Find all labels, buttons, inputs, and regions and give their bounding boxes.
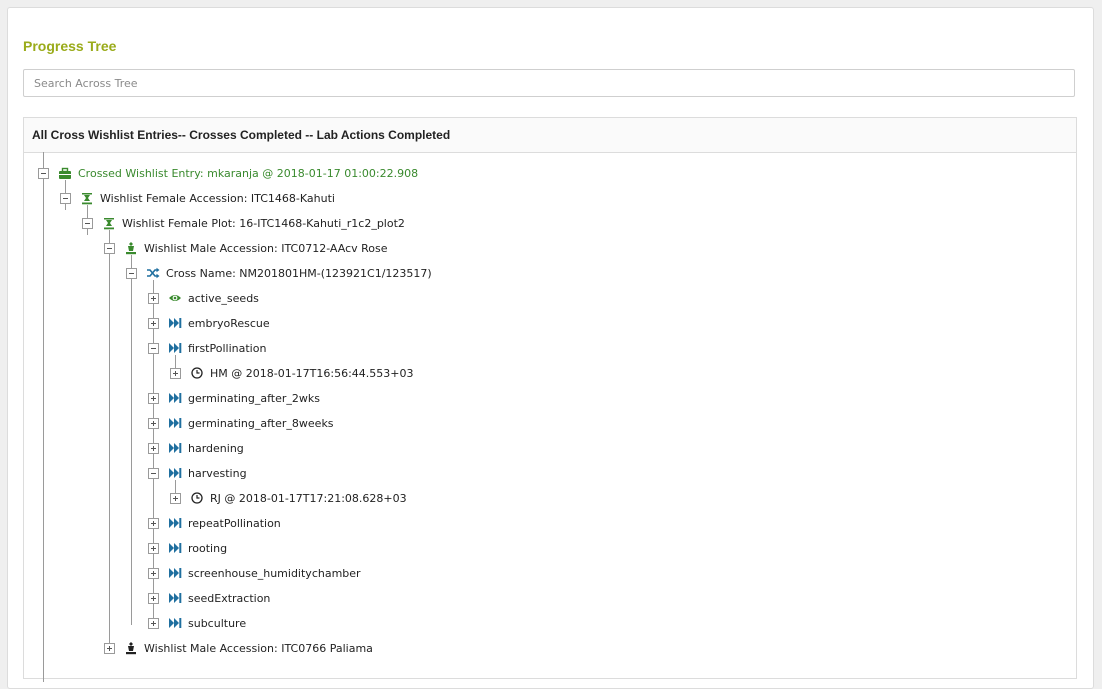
tree-node-action[interactable]: embryoRescue [148,314,270,332]
expand-toggle[interactable] [148,542,159,554]
briefcase-icon [58,166,72,180]
collapse-toggle[interactable] [104,242,115,254]
tree-node-label: repeatPollination [188,516,281,530]
tree-node-timestamp[interactable]: HM @ 2018-01-17T16:56:44.553+03 [170,364,414,382]
tree-node-label: germinating_after_2wks [188,391,321,405]
tree-node-label: active_seeds [188,291,259,305]
tree-node-label: Crossed Wishlist Entry: mkaranja @ 2018-… [78,166,419,180]
fast-forward-icon [168,516,182,530]
expand-toggle[interactable] [148,517,159,529]
collapse-toggle[interactable] [60,192,71,204]
tree-node-label: Wishlist Male Accession: ITC0766 Paliama [144,641,373,655]
expand-toggle[interactable] [170,367,181,379]
expand-toggle[interactable] [148,292,159,304]
tree-connector [131,255,132,625]
search-input[interactable] [23,69,1075,97]
shuffle-icon [146,266,160,280]
fast-forward-icon [168,566,182,580]
tree-node-male-accession[interactable]: Wishlist Male Accession: ITC0766 Paliama [104,639,373,657]
tree-node-label: germinating_after_8weeks [188,416,334,430]
tree-node-label: seedExtraction [188,591,271,605]
tree-node-label: embryoRescue [188,316,270,330]
female-plot-icon [102,216,116,230]
tree-node-label: RJ @ 2018-01-17T17:21:08.628+03 [210,491,407,505]
collapse-toggle[interactable] [82,217,93,229]
collapse-toggle[interactable] [126,267,137,279]
male-accession-icon [124,241,138,255]
tree-node-action[interactable]: firstPollination [148,339,266,357]
fast-forward-icon [168,341,182,355]
tree-node-timestamp[interactable]: RJ @ 2018-01-17T17:21:08.628+03 [170,489,407,507]
expand-toggle[interactable] [148,392,159,404]
tree-node-label: rooting [188,541,228,555]
tree-node-label: firstPollination [188,341,267,355]
tree-node-label: screenhouse_humiditychamber [188,566,361,580]
tree-node-female-plot[interactable]: Wishlist Female Plot: 16-ITC1468-Kahuti_… [82,214,405,232]
tree-connector [43,152,44,682]
tree-node-action[interactable]: subculture [148,614,246,632]
fast-forward-icon [168,391,182,405]
collapse-toggle[interactable] [38,167,49,179]
tree-container: All Cross Wishlist Entries-- Crosses Com… [23,117,1077,682]
tree-node-action[interactable]: rooting [148,539,227,557]
expand-toggle[interactable] [104,642,115,654]
expand-toggle[interactable] [148,567,159,579]
expand-toggle[interactable] [170,492,181,504]
expand-toggle[interactable] [148,617,159,629]
clock-icon [190,491,204,505]
fast-forward-icon [168,591,182,605]
tree-node-action[interactable]: germinating_after_2wks [148,389,320,407]
tree-node-label: Wishlist Male Accession: ITC0712-AAcv Ro… [144,241,388,255]
fast-forward-icon [168,616,182,630]
expand-toggle[interactable] [148,592,159,604]
tree-node-action[interactable]: screenhouse_humiditychamber [148,564,361,582]
expand-toggle[interactable] [148,442,159,454]
tree-header: All Cross Wishlist Entries-- Crosses Com… [24,118,1076,153]
tree-node-label: harvesting [188,466,247,480]
tree-node-label: Wishlist Female Plot: 16-ITC1468-Kahuti_… [122,216,405,230]
tree-node-male-accession[interactable]: Wishlist Male Accession: ITC0712-AAcv Ro… [104,239,388,257]
page-title: Progress Tree [23,38,117,54]
fast-forward-icon [168,316,182,330]
collapse-toggle[interactable] [148,467,159,479]
tree-node-action[interactable]: active_seeds [148,289,259,307]
tree-node-label: hardening [188,441,244,455]
tree-node-action[interactable]: germinating_after_8weeks [148,414,334,432]
tree-node-label: subculture [188,616,247,630]
tree-node-female-accession[interactable]: Wishlist Female Accession: ITC1468-Kahut… [60,189,335,207]
collapse-toggle[interactable] [148,342,159,354]
fast-forward-icon [168,441,182,455]
tree-node-cross-entry[interactable]: Crossed Wishlist Entry: mkaranja @ 2018-… [38,164,418,182]
tree-node-label: Wishlist Female Accession: ITC1468-Kahut… [100,191,335,205]
fast-forward-icon [168,541,182,555]
tree-node-action[interactable]: repeatPollination [148,514,281,532]
tree-node-label: Cross Name: NM201801HM-(123921C1/123517) [166,266,432,280]
progress-tree-panel: Progress Tree All Cross Wishlist Entries… [7,7,1094,689]
fast-forward-icon [168,416,182,430]
tree-node-cross-name[interactable]: Cross Name: NM201801HM-(123921C1/123517) [126,264,432,282]
fast-forward-icon [168,466,182,480]
expand-toggle[interactable] [148,417,159,429]
clock-icon [190,366,204,380]
expand-toggle[interactable] [148,317,159,329]
tree-node-action[interactable]: seedExtraction [148,589,270,607]
male-accession-icon [124,641,138,655]
tree-connector [109,230,110,650]
female-accession-icon [80,191,94,205]
tree-node-action[interactable]: hardening [148,439,244,457]
tree-node-label: HM @ 2018-01-17T16:56:44.553+03 [210,366,414,380]
tree-node-action[interactable]: harvesting [148,464,247,482]
eye-icon [168,291,182,305]
